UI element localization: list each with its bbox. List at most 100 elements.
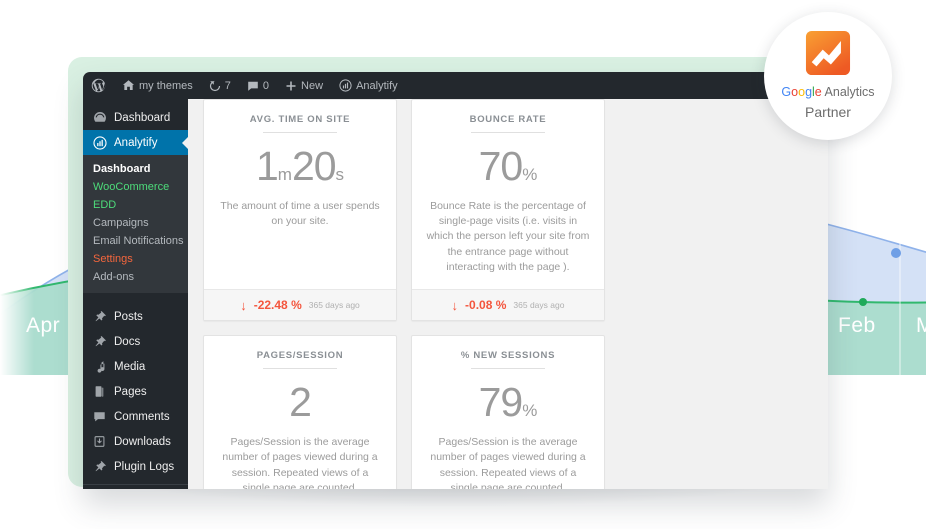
pin-icon: [92, 459, 107, 474]
admin-bar-item-updates[interactable]: 7: [201, 72, 239, 99]
submenu-item-settings[interactable]: Settings: [83, 250, 188, 268]
trend-down-icon: ↓: [240, 297, 247, 313]
wordmark-analytics: Analytics: [821, 85, 875, 99]
card-description: Pages/Session is the average number of p…: [222, 436, 378, 489]
card-title: AVG. TIME ON SITE: [249, 114, 351, 125]
sidebar-item-dashboard[interactable]: Dashboard: [83, 105, 188, 130]
sidebar-item-label: Dashboard: [114, 111, 171, 124]
sidebar-spacer: [83, 293, 188, 304]
admin-bar-label: 7: [224, 79, 231, 92]
admin-bar-item-comments[interactable]: 0: [239, 72, 277, 99]
card-change-value: -0.08 %: [465, 298, 507, 313]
submenu-item-add-ons[interactable]: Add-ons: [83, 268, 188, 286]
card-value: 1m20s: [204, 133, 396, 199]
submenu-item-campaigns[interactable]: Campaigns: [83, 214, 188, 232]
sidebar-item-plugin-logs[interactable]: Plugin Logs: [83, 454, 188, 479]
stats-card-grid: AVG. TIME ON SITE 1m20s The amount of ti…: [196, 99, 816, 489]
partner-label: Partner: [805, 104, 851, 120]
comment-icon: [248, 81, 258, 91]
sidebar-item-comments[interactable]: Comments: [83, 404, 188, 429]
sidebar-item-downloads[interactable]: Downloads: [83, 429, 188, 454]
card-footer: ↓ -0.08 % 365 days ago: [412, 289, 604, 321]
sidebar-item-label: Downloads: [114, 435, 171, 448]
wordmark-letter-g2: g: [805, 85, 813, 99]
sidebar-item-media[interactable]: Media: [83, 354, 188, 379]
sidebar-item-label: Docs: [114, 335, 141, 348]
card-title: PAGES/SESSION: [256, 350, 344, 362]
stat-card-pages-per-session: PAGES/SESSION 2 Pages/Session is the ave…: [203, 335, 397, 489]
dashboard-content: AVG. TIME ON SITE 1m20s The amount of ti…: [188, 99, 828, 489]
updates-icon: [209, 80, 220, 91]
admin-bar-item-analytify[interactable]: Analytify: [331, 72, 406, 99]
trend-down-icon: ↓: [451, 297, 459, 313]
admin-bar-label: Analytify: [356, 79, 398, 92]
card-description: Bounce Rate is the percentage of single-…: [426, 200, 590, 273]
card-description: Pages/Session is the average number of p…: [430, 436, 586, 489]
card-change-value: -22.48 %: [253, 298, 302, 313]
stat-card-new-sessions: % NEW SESSIONS 79% Pages/Session is the …: [411, 335, 605, 489]
google-analytics-wordmark: Google Analytics: [781, 85, 874, 99]
submenu-item-edd[interactable]: EDD: [83, 196, 188, 214]
wordpress-logo-icon[interactable]: [83, 72, 114, 99]
sidebar-divider: [83, 484, 188, 485]
wordpress-admin-window: my themes 7 0 New Analytify Dashboard An…: [83, 72, 828, 489]
sidebar-item-pages[interactable]: Pages: [83, 379, 188, 404]
admin-bar-label: 0: [262, 79, 270, 92]
card-title: BOUNCE RATE: [469, 114, 547, 125]
wordpress-logo-icon: [91, 78, 106, 93]
sidebar-item-posts[interactable]: Posts: [83, 304, 188, 329]
analytify-icon: [92, 135, 107, 150]
wordmark-letter-e: e: [814, 85, 822, 99]
card-value-minutes-unit: m: [277, 165, 292, 184]
download-icon: [92, 434, 107, 449]
sidebar-item-label: Analytify: [114, 136, 158, 149]
background-month-label: Apr: [26, 314, 61, 337]
admin-bar-label: my themes: [139, 79, 193, 92]
pin-icon: [92, 309, 107, 324]
card-value: 70%: [412, 133, 604, 199]
stat-card-avg-time-on-site: AVG. TIME ON SITE 1m20s The amount of ti…: [203, 99, 397, 322]
submenu-item-woocommerce[interactable]: WooCommerce: [83, 178, 188, 196]
card-value-number: 70: [478, 143, 524, 189]
stat-card-bounce-rate: BOUNCE RATE 70% Bounce Rate is the perce…: [411, 99, 605, 322]
card-value-number: 2: [289, 379, 312, 426]
sidebar-item-label: Media: [114, 360, 146, 373]
submenu-item-email-notifications[interactable]: Email Notifications: [83, 232, 188, 250]
home-icon: [122, 80, 135, 91]
plus-icon: [286, 81, 296, 90]
admin-bar: my themes 7 0 New Analytify: [83, 72, 828, 99]
sidebar-item-label: Comments: [114, 410, 170, 423]
sidebar-item-label: Plugin Logs: [114, 460, 175, 473]
analytify-icon: [339, 79, 352, 92]
card-value-unit: %: [522, 165, 538, 184]
card-value-seconds-unit: s: [335, 165, 345, 184]
card-value-unit: %: [522, 401, 538, 421]
analytify-submenu: Dashboard WooCommerce EDD Campaigns Emai…: [83, 155, 188, 293]
google-analytics-logo-icon: [805, 30, 851, 76]
card-value-number: 79: [478, 379, 524, 426]
sidebar-item-label: Posts: [114, 310, 143, 323]
sidebar-item-label: Pages: [114, 385, 147, 398]
comment-icon: [92, 409, 107, 424]
card-value: 79%: [412, 369, 604, 435]
pages-icon: [92, 384, 107, 399]
sidebar-item-analytify[interactable]: Analytify: [83, 130, 188, 155]
google-analytics-partner-badge: Google Analytics Partner: [764, 12, 892, 140]
admin-bar-label: New: [301, 79, 324, 92]
admin-sidebar: Dashboard Analytify Dashboard WooCommerc…: [83, 99, 188, 489]
card-value-minutes: 1: [255, 143, 279, 189]
background-month-label: M: [916, 314, 926, 337]
card-footer: ↓ -22.48 % 365 days ago: [204, 289, 396, 321]
card-value: 2: [204, 369, 396, 435]
sidebar-item-docs[interactable]: Docs: [83, 329, 188, 354]
media-icon: [92, 359, 107, 374]
sidebar-bottom-group: Posts Docs Media Pages Comments Download…: [83, 304, 188, 489]
submenu-item-dashboard[interactable]: Dashboard: [83, 160, 188, 178]
card-change-period: 365 days ago: [513, 300, 565, 311]
admin-bar-item-my-themes[interactable]: my themes: [114, 72, 201, 99]
card-value-seconds: 20: [291, 143, 337, 189]
card-description: The amount of time a user spends on your…: [220, 200, 380, 228]
wordmark-letter-g: G: [781, 85, 792, 99]
dashboard-icon: [92, 110, 107, 125]
admin-bar-item-new[interactable]: New: [277, 72, 331, 99]
